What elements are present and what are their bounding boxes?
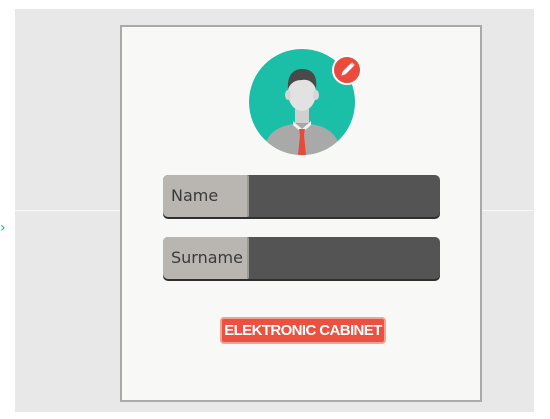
surname-field: Surname <box>163 237 440 279</box>
surname-input[interactable] <box>251 237 436 279</box>
pencil-icon <box>341 62 355 76</box>
name-input[interactable] <box>251 175 436 217</box>
edit-avatar-button[interactable] <box>332 55 362 85</box>
elektronic-cabinet-button[interactable]: ELEKTRONIC CABINET <box>220 317 386 344</box>
name-label: Name <box>163 175 249 217</box>
surname-label: Surname <box>163 237 249 279</box>
name-field: Name <box>163 175 440 217</box>
page: › Name Surname ELEKTRONIC CABINET <box>0 0 550 419</box>
edge-mark: › <box>0 220 6 236</box>
